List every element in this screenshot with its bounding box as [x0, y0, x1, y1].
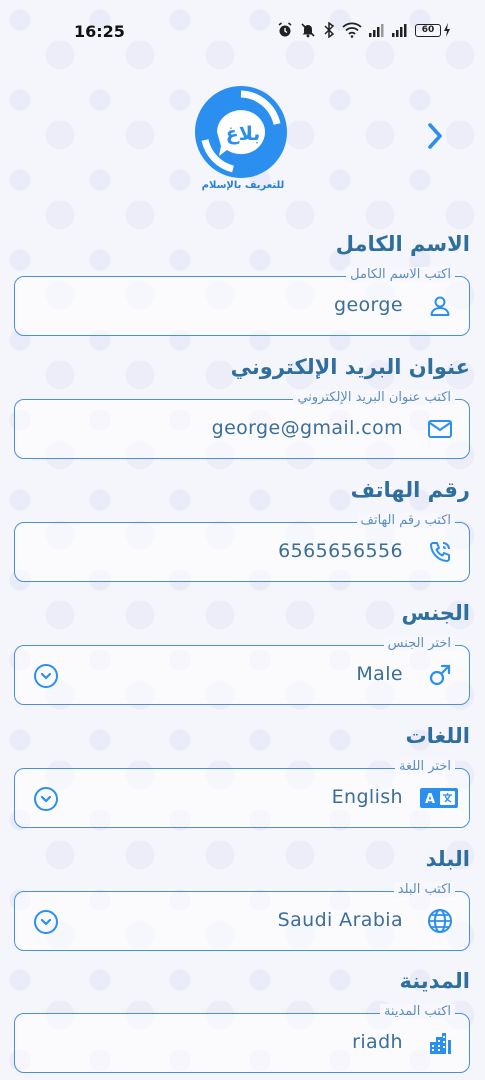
battery-icon: 60: [415, 23, 451, 37]
field-hint: اكتب الاسم الكامل: [346, 267, 455, 282]
chevron-right-icon: [428, 123, 442, 149]
field-hint: اكتب المدينة: [379, 1004, 455, 1019]
field-value: george@gmail.com: [211, 417, 403, 439]
field-label: الاسم الكامل: [335, 232, 470, 256]
country-select[interactable]: اكتب البلد Saudi Arabia: [14, 882, 470, 951]
language-select[interactable]: اختر اللغة English A: [14, 759, 470, 828]
city-input[interactable]: اكتب المدينة riadh: [14, 1004, 470, 1073]
field-value: Male: [356, 663, 403, 685]
app-logo: بلاغ للتعريف بالإسلام: [193, 84, 289, 196]
status-time: 16:25: [74, 22, 125, 41]
field-value: 6565656556: [278, 540, 403, 562]
field-label: رقم الهاتف: [350, 478, 470, 502]
chevron-down-icon[interactable]: [33, 909, 59, 935]
field-label: اللغات: [405, 724, 471, 748]
field-hint: اختر اللغة: [395, 759, 455, 774]
signal-2-icon: [392, 23, 408, 37]
field-hint: اختر الجنس: [383, 636, 455, 651]
logo-text: بلاغ: [226, 123, 261, 145]
translate-icon: A: [419, 785, 459, 811]
field-label: عنوان البريد الإلكتروني: [230, 355, 470, 379]
full-name-input[interactable]: اكتب الاسم الكامل george: [14, 267, 470, 336]
bluetooth-icon: [323, 22, 335, 38]
chevron-down-icon[interactable]: [33, 663, 59, 689]
status-icons: 60: [277, 22, 451, 38]
field-label: المدينة: [399, 969, 471, 993]
field-hint: اكتب عنوان البريد الإلكتروني: [293, 390, 455, 405]
field-hint: اكتب البلد: [393, 882, 455, 897]
battery-level: 60: [415, 23, 441, 37]
field-value: English: [331, 786, 403, 808]
mail-icon: [427, 416, 453, 442]
male-icon: [427, 662, 453, 688]
field-hint: اكتب رقم الهاتف: [356, 513, 455, 528]
user-icon: [427, 293, 453, 319]
phone-input[interactable]: اكتب رقم الهاتف 6565656556: [14, 513, 470, 582]
field-label: البلد: [425, 847, 470, 871]
field-value: Saudi Arabia: [277, 909, 403, 931]
phone-icon: [427, 539, 453, 565]
logo-mark: بلاغ: [195, 86, 287, 178]
alarm-icon: [277, 22, 293, 38]
globe-icon: [427, 908, 453, 934]
field-value: riadh: [352, 1031, 403, 1053]
back-button[interactable]: [420, 118, 450, 154]
field-label: الجنس: [401, 601, 470, 625]
svg-text:A: A: [425, 792, 435, 807]
wifi-icon: [342, 22, 362, 38]
gender-select[interactable]: اختر الجنس Male: [14, 636, 470, 705]
logo-tagline: للتعريف بالإسلام: [201, 180, 285, 191]
chevron-down-icon[interactable]: [33, 786, 59, 812]
email-input[interactable]: اكتب عنوان البريد الإلكتروني george@gmai…: [14, 390, 470, 459]
city-icon: [427, 1030, 453, 1056]
field-value: george: [333, 294, 403, 316]
signal-icon: [369, 23, 385, 37]
status-bar: 16:25 60: [0, 0, 485, 62]
mute-bell-icon: [300, 22, 316, 38]
